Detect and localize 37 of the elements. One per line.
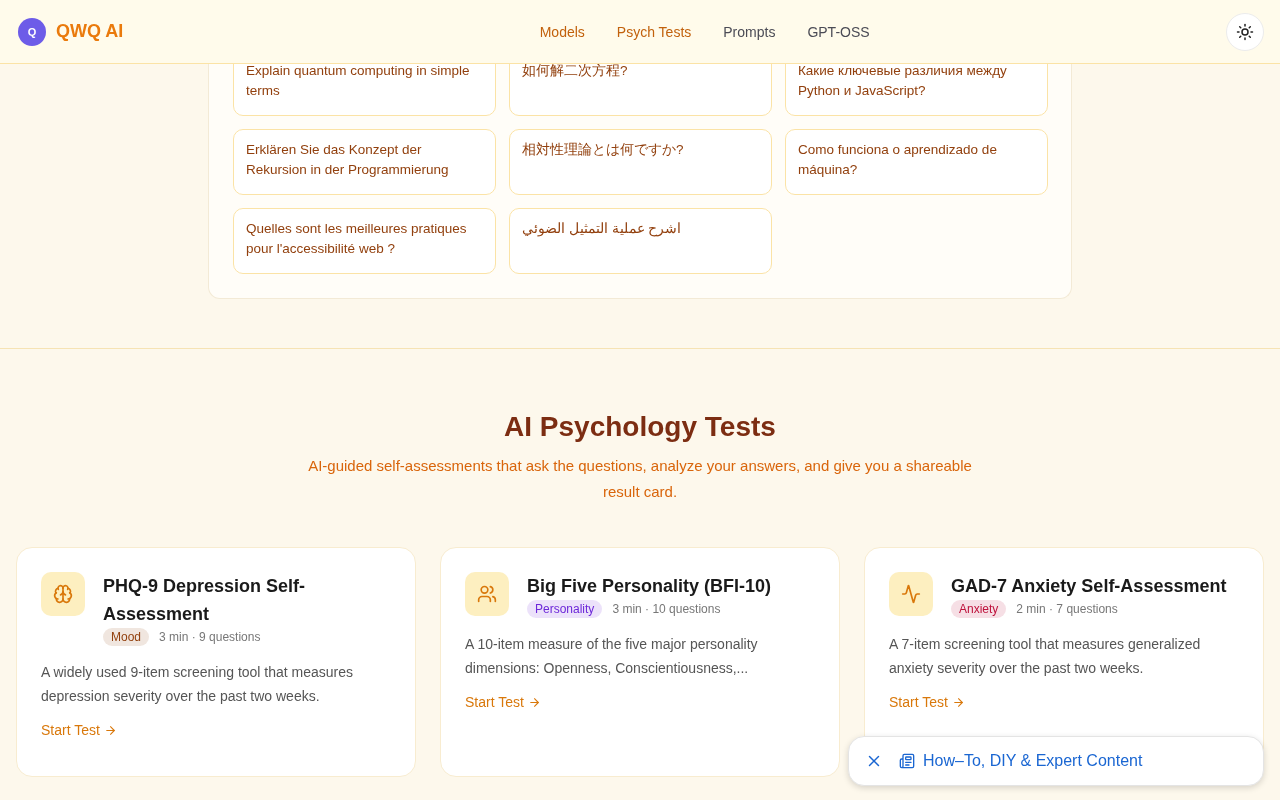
test-meta: 3 min · 9 questions [159, 630, 261, 644]
section-subtitle: AI-guided self-assessments that ask the questions, analyze your answers, and give you a shareable result card. [307, 456, 973, 502]
test-description: A 10-item measure of the five major personality dimensions: Openness, Conscientiousness,... [465, 635, 759, 678]
nav-link[interactable]: Prompts [723, 23, 776, 40]
pulse-icon [889, 572, 933, 616]
nav-link[interactable]: Models [539, 23, 585, 40]
people-icon [465, 572, 509, 616]
prompt-suggestion[interactable]: 如何解二次方程? [509, 64, 772, 116]
category-tag: Anxiety [951, 600, 1007, 618]
test-description: A 7-item screening tool that measures generalized anxiety severity over the past two weeks. [889, 635, 1202, 678]
prompt-suggestion[interactable]: Quelles sont les meilleures pratiques pour l'accessibilité web ? [233, 208, 496, 274]
prompt-suggestion[interactable]: Como funciona o aprendizado de máquina? [785, 129, 1048, 195]
prompt-suggestion[interactable]: 相対性理論とは何ですか? [509, 129, 772, 195]
test-title: GAD-7 Anxiety Self-Assessment [951, 575, 1227, 598]
brain-icon [41, 572, 85, 616]
test-meta: 2 min · 7 questions [1016, 602, 1118, 616]
logo[interactable]: Q [18, 17, 46, 46]
test-description: A widely used 9-item screening tool that measures depression severity over the past two weeks. [41, 663, 355, 706]
prompt-suggestion[interactable]: اشرح عملية التمثيل الضوئي [509, 208, 772, 274]
nav-link[interactable]: GPT-OSS [807, 23, 870, 40]
category-tag: Personality [527, 600, 603, 618]
theme-toggle-button[interactable] [1226, 12, 1264, 51]
content-link[interactable]: How–To, DIY & Expert Content [899, 752, 1143, 770]
nav-link[interactable]: Psych Tests [616, 23, 692, 40]
test-title: PHQ-9 Depression Self-Assessment [103, 575, 307, 626]
test-title: Big Five Personality (BFI-10) [527, 575, 772, 598]
prompt-suggestion[interactable]: Erklären Sie das Konzept der Rekursion in der Programmierung [233, 129, 496, 195]
arrow-icon [103, 723, 117, 737]
arrow-icon [527, 695, 541, 709]
category-tag: Mood [103, 628, 150, 646]
newspaper-icon [899, 753, 915, 769]
sun-icon [1236, 22, 1254, 41]
test-meta: 3 min · 10 questions [612, 602, 721, 616]
prompt-suggestion[interactable]: Explain quantum computing in simple terms [233, 64, 496, 116]
prompt-suggestion[interactable]: Какие ключевые различия между Python и JavaScript? [785, 64, 1048, 116]
arrow-icon [951, 695, 965, 709]
section-title: AI Psychology Tests [504, 411, 776, 443]
